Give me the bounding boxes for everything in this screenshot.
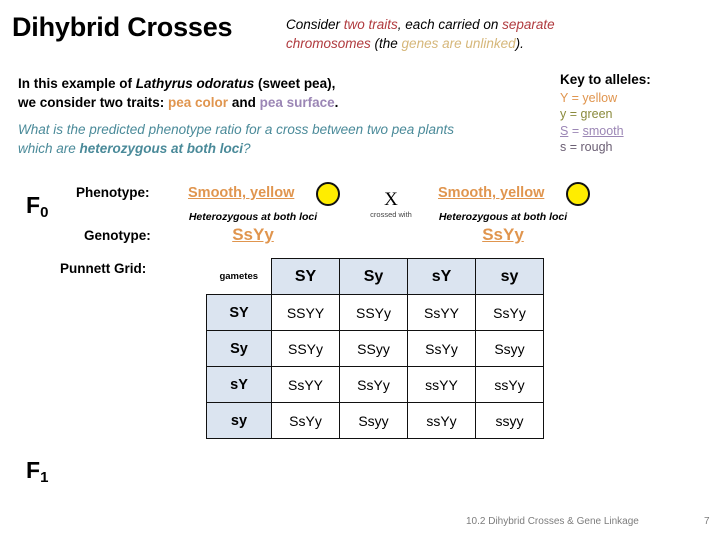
- footer-page-number: 7: [704, 516, 710, 527]
- punnett-cell-2-0: SsYY: [271, 366, 340, 403]
- allele-key-title: Key to alleles:: [560, 72, 651, 87]
- parent-right-phenotype-line: Smooth, yellow: [420, 182, 610, 210]
- allele-key-row-y: y = green: [560, 106, 710, 123]
- page-title: Dihybrid Crosses: [12, 12, 233, 42]
- slide-canvas: Dihybrid Crosses Consider two traits, ea…: [0, 0, 720, 540]
- label-genotype: Genotype:: [84, 228, 151, 243]
- intro-part3: we consider two traits:: [18, 95, 169, 110]
- punnett-row: sy SsYy Ssyy ssYy ssyy: [206, 402, 544, 439]
- punnett-grid: gametes SY Sy sY sy SY SSYY SSYy SsYY Ss…: [206, 258, 544, 439]
- punnett-row: sY SsYY SsYy ssYY ssYy: [206, 366, 544, 403]
- punnett-row: SY SSYY SSYy SsYY SsYy: [206, 294, 544, 331]
- punnett-cell-0-3: SsYy: [475, 294, 544, 331]
- subtitle: Consider two traits, each carried on sep…: [286, 15, 626, 53]
- intro-part4: and: [228, 95, 260, 110]
- allele-meaning-green: green: [580, 107, 613, 121]
- allele-key-row-S: S = smooth: [560, 123, 710, 140]
- allele-equals-Y: =: [568, 90, 583, 105]
- species-name: Lathyrus odoratus: [135, 76, 255, 91]
- cross-x-glyph: X: [384, 189, 398, 210]
- punnett-cell-3-1: Ssyy: [339, 402, 408, 439]
- parent-right: Smooth, yellow Heterozygous at both loci…: [420, 182, 610, 245]
- allele-equals-y: =: [566, 107, 581, 121]
- allele-meaning-rough: rough: [580, 140, 613, 154]
- punnett-cell-1-0: SSYy: [271, 330, 340, 367]
- subtitle-part2: , each carried on: [397, 17, 503, 32]
- intro-paragraph: In this example of Lathyrus odoratus (sw…: [18, 74, 468, 112]
- punnett-header-row: gametes SY Sy sY sy: [206, 258, 544, 295]
- intro-part2: (sweet pea),: [254, 76, 336, 91]
- trait-pea-surface: pea surface: [259, 95, 335, 110]
- parent-left-note: Heterozygous at both loci: [188, 211, 318, 223]
- punnett-row-header-1: Sy: [206, 330, 272, 367]
- punnett-row: Sy SSYy SSyy SsYy Ssyy: [206, 330, 544, 367]
- parent-right-phenotype: Smooth, yellow: [438, 185, 545, 201]
- pea-circle-yellow-icon: [316, 182, 340, 206]
- parent-left-genotype: SsYy: [232, 225, 274, 244]
- question-part2: ?: [243, 141, 251, 156]
- subtitle-highlight-two-traits: two traits: [343, 17, 398, 32]
- subtitle-part1: Consider: [286, 17, 344, 32]
- subtitle-part4: ).: [515, 36, 524, 51]
- punnett-cell-0-1: SSYy: [339, 294, 408, 331]
- allele-equals-s: =: [566, 140, 581, 154]
- punnett-cell-0-2: SsYY: [407, 294, 476, 331]
- punnett-col-header-3: sy: [475, 258, 544, 295]
- punnett-cell-2-3: ssYy: [475, 366, 544, 403]
- cross-symbol: X crossed with: [368, 189, 414, 220]
- subtitle-highlight-genes-unlinked: genes are unlinked: [401, 36, 516, 51]
- f1-letter: F: [26, 457, 41, 483]
- punnett-row-header-2: sY: [206, 366, 272, 403]
- allele-equals-S: =: [568, 123, 583, 138]
- label-phenotype: Phenotype:: [76, 185, 150, 200]
- parent-left-phenotype-line: Smooth, yellow: [170, 182, 360, 210]
- intro-part5: .: [334, 95, 339, 110]
- question-emphasis: heterozygous at both loci: [79, 141, 244, 156]
- parent-right-genotype: SsYy: [482, 225, 524, 244]
- allele-meaning-yellow: yellow: [582, 90, 618, 105]
- question-text: What is the predicted phenotype ratio fo…: [18, 120, 458, 158]
- punnett-cell-2-1: SsYy: [339, 366, 408, 403]
- punnett-cell-1-3: Ssyy: [475, 330, 544, 367]
- f0-subscript: 0: [40, 204, 49, 221]
- punnett-cell-1-2: SsYy: [407, 330, 476, 367]
- footer-text: 10.2 Dihybrid Crosses & Gene Linkage: [466, 516, 639, 527]
- punnett-cell-0-0: SSYY: [271, 294, 340, 331]
- punnett-row-header-0: SY: [206, 294, 272, 331]
- punnett-col-header-1: Sy: [339, 258, 408, 295]
- punnett-corner-gametes: gametes: [206, 258, 272, 295]
- punnett-col-header-2: sY: [407, 258, 476, 295]
- subtitle-part3: (the: [370, 36, 402, 51]
- punnett-col-header-0: SY: [271, 258, 340, 295]
- punnett-cell-3-3: ssyy: [475, 402, 544, 439]
- allele-key-row-Y: Y = yellow: [560, 90, 710, 107]
- generation-label-f0: F0: [26, 192, 49, 221]
- parent-left: Smooth, yellow Heterozygous at both loci…: [170, 182, 360, 245]
- parent-right-note: Heterozygous at both loci: [438, 211, 568, 223]
- allele-symbol-Y: Y: [560, 90, 569, 105]
- trait-pea-color: pea color: [168, 95, 229, 110]
- punnett-cell-2-2: ssYY: [407, 366, 476, 403]
- punnett-cell-1-1: SSyy: [339, 330, 408, 367]
- punnett-row-header-3: sy: [206, 402, 272, 439]
- parent-left-phenotype: Smooth, yellow: [188, 185, 295, 201]
- punnett-cell-3-2: ssYy: [407, 402, 476, 439]
- allele-key: Key to alleles: Y = yellow y = green S =…: [560, 72, 710, 156]
- cross-caption: crossed with: [370, 210, 412, 219]
- punnett-cell-3-0: SsYy: [271, 402, 340, 439]
- pea-circle-yellow-icon: [566, 182, 590, 206]
- allele-key-row-s: s = rough: [560, 139, 710, 156]
- f0-letter: F: [26, 192, 41, 218]
- generation-label-f1: F1: [26, 457, 49, 486]
- label-punnett-grid: Punnett Grid:: [60, 261, 147, 276]
- allele-meaning-smooth: smooth: [582, 123, 624, 138]
- f1-subscript: 1: [40, 469, 49, 486]
- intro-part1: In this example of: [18, 76, 136, 91]
